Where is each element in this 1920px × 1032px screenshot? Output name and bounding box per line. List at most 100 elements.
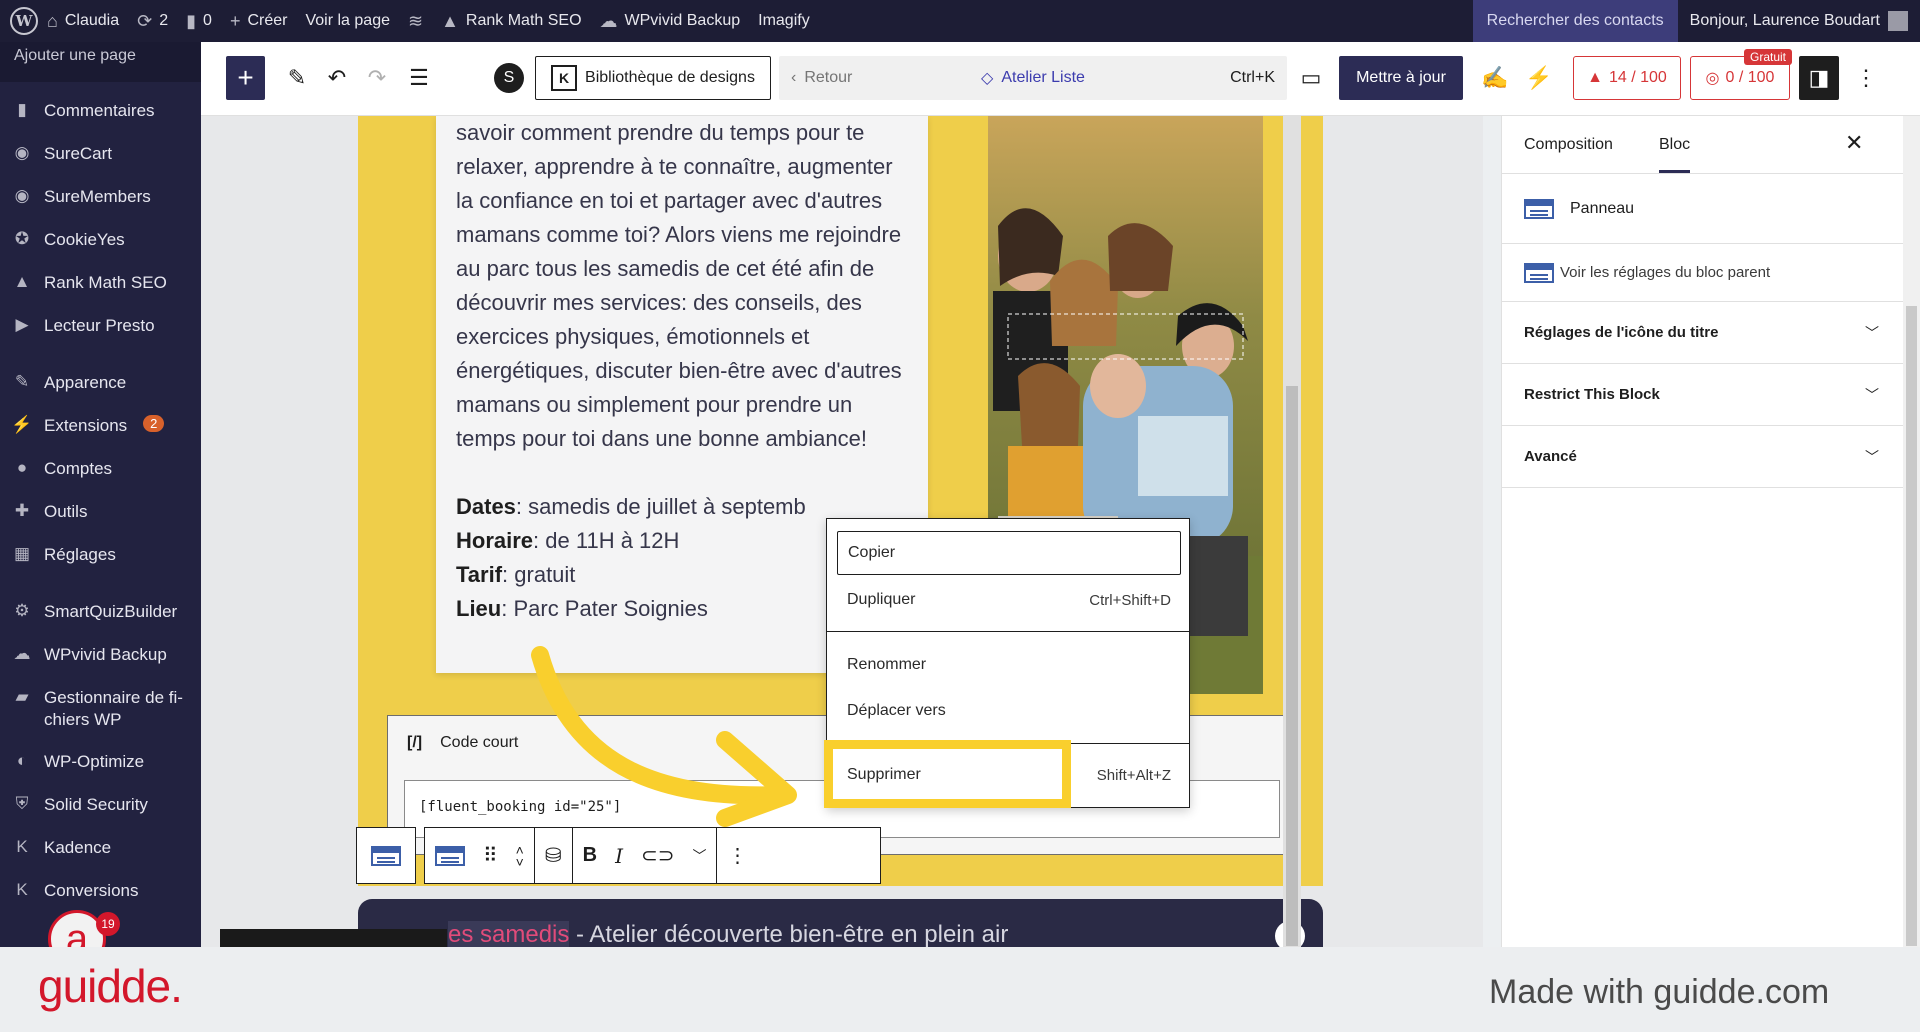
redo-button[interactable]: ↷ — [359, 56, 395, 100]
sidebar-item[interactable]: ▲ Rank Math SEO — [0, 262, 201, 305]
performance-button[interactable]: ⚡ — [1521, 56, 1557, 100]
settings-section-toggle[interactable]: Avancé ﹀ — [1502, 426, 1903, 488]
site-name-link[interactable]: ⌂ Claudia — [38, 0, 128, 42]
sidebar-item[interactable]: ▰ Gestionnaire de fi-chiers WP — [0, 677, 201, 741]
sidebar-item[interactable]: ⛨ Solid Security — [0, 784, 201, 827]
sidebar-subitem-add-page[interactable]: Ajouter une page — [0, 42, 201, 82]
chevron-down-icon[interactable]: ﹀ — [692, 846, 706, 866]
made-with-text[interactable]: Made with guidde.com — [1489, 973, 1829, 1012]
database-icon[interactable]: ⛁ — [545, 843, 562, 868]
sidebar-item[interactable]: K Kadence — [0, 827, 201, 870]
link-icon[interactable]: ⊂⊃ — [641, 843, 675, 868]
design-library-button[interactable]: K Bibliothèque de designs — [535, 56, 771, 100]
imagify-link[interactable]: Imagify — [749, 0, 819, 42]
select-parent-block-button[interactable] — [356, 827, 416, 884]
command-bar[interactable]: ‹ Retour ◇ Atelier Liste Ctrl+K — [779, 56, 1287, 100]
settings-icon: ▦ — [13, 544, 31, 563]
search-contacts-link[interactable]: Rechercher des contacts — [1472, 0, 1678, 42]
settings-sidebar-toggle[interactable]: ◨ — [1799, 56, 1839, 100]
sidebar-item[interactable]: ▮ Commentaires — [0, 90, 201, 133]
sidebar-item-label: WP-Optimize — [44, 752, 145, 772]
sidebar-item[interactable]: ● Comptes — [0, 448, 201, 491]
drag-handle-icon[interactable]: ⠿ — [483, 843, 498, 868]
sidebar-item[interactable]: ☁ WPvivid Backup — [0, 634, 201, 677]
add-block-button[interactable]: + — [226, 56, 265, 100]
panel-block-icon[interactable] — [435, 845, 465, 866]
plugin-icon: ⚡ — [11, 415, 33, 434]
target-icon: ◎ — [1705, 70, 1720, 87]
menu-item-move-to[interactable]: Déplacer vers — [837, 689, 1181, 733]
bold-icon[interactable]: B — [583, 844, 597, 867]
parent-block-settings-link[interactable]: Voir les réglages du bloc parent — [1502, 244, 1903, 302]
menu-item-rename[interactable]: Renommer — [837, 643, 1181, 687]
settings-scroll-thumb[interactable] — [1906, 306, 1917, 946]
sidebar-icon: ◨ — [1808, 65, 1830, 90]
stackable-icon: S — [494, 63, 524, 93]
update-count-badge: 2 — [143, 415, 165, 432]
sidebar-item[interactable]: ◉ SureCart — [0, 133, 201, 176]
settings-scrollbar[interactable] — [1903, 116, 1920, 947]
wpvivid-link[interactable]: ☁ WPvivid Backup — [591, 0, 750, 42]
menu-item-duplicate[interactable]: Dupliquer Ctrl+Shift+D — [837, 578, 1181, 622]
close-icon[interactable]: ✕ — [1845, 130, 1863, 156]
optimize-icon: ◐ — [16, 751, 28, 771]
sidebar-separator — [0, 577, 201, 591]
sidebar-item-label: WPvivid Backup — [44, 645, 167, 664]
account-menu[interactable]: Bonjour, Laurence Boudart — [1678, 11, 1920, 31]
stack-link[interactable]: ≋ — [399, 0, 432, 42]
sidebar-item[interactable]: ⚙ SmartQuizBuilder — [0, 591, 201, 634]
tab-composition[interactable]: Composition — [1524, 136, 1613, 154]
new-content-link[interactable]: + Créer — [221, 0, 297, 42]
sidebar-item[interactable]: ◐ WP-Optimize — [0, 741, 201, 784]
preview-button[interactable]: ▭ — [1293, 56, 1329, 100]
sidebar-item[interactable]: ✚ Outils — [0, 491, 201, 534]
sidebar-item[interactable]: ⚡ Extensions 2 — [0, 405, 201, 448]
move-up-down-icon[interactable]: ˄ ˅ — [516, 843, 524, 869]
sidebar-item[interactable]: ▶ Lecteur Presto — [0, 305, 201, 348]
avatar-icon — [1888, 11, 1908, 31]
rankmath-link[interactable]: ▲ Rank Math SEO — [432, 0, 590, 42]
document-title: ◇ Atelier Liste — [981, 69, 1085, 87]
desktop-icon: ▭ — [1300, 65, 1322, 90]
seo-score-button[interactable]: ▲ 14 / 100 — [1573, 56, 1681, 100]
more-vertical-icon[interactable]: ⋮ — [727, 843, 747, 868]
description-paragraph[interactable]: savoir comment prendre du temps pour te … — [456, 116, 908, 456]
view-page-link[interactable]: Voir la page — [296, 0, 399, 42]
pointer-arrow-icon — [531, 646, 797, 827]
settings-section-label: Avancé — [1524, 448, 1577, 465]
guidde-logo[interactable]: guidde. — [38, 959, 183, 1013]
sidebar-item[interactable]: ◉ SureMembers — [0, 176, 201, 219]
sidebar-item[interactable]: ✪ CookieYes — [0, 219, 201, 262]
cookieyes-icon: ✪ — [14, 229, 30, 248]
update-button[interactable]: Mettre à jour — [1339, 56, 1463, 100]
sidebar-separator — [0, 348, 201, 362]
tab-block[interactable]: Bloc — [1659, 136, 1691, 173]
shortcode-header: [/] Code court — [407, 734, 519, 751]
undo-button[interactable]: ↶ — [319, 56, 355, 100]
canvas-scroll-thumb[interactable] — [1286, 386, 1298, 946]
comments-link[interactable]: ▮ 0 — [177, 0, 221, 42]
settings-section-toggle[interactable]: Restrict This Block ﹀ — [1502, 364, 1903, 426]
sidebar-item[interactable]: ▦ Réglages — [0, 534, 201, 577]
canvas-scrollbar[interactable] — [1283, 116, 1301, 947]
stackable-button[interactable]: S — [491, 56, 527, 100]
sidebar-item-label: CookieYes — [44, 230, 125, 249]
list-view-button[interactable]: ☰ — [401, 56, 437, 100]
refresh-icon: ⟳ — [137, 10, 153, 31]
italic-icon[interactable]: I — [615, 844, 623, 868]
wordpress-logo-icon[interactable]: W — [10, 7, 38, 35]
edit-tool-button[interactable]: ✎ — [279, 56, 315, 100]
sidebar-item-label: Comptes — [44, 459, 113, 478]
back-link[interactable]: ‹ Retour — [791, 69, 852, 87]
updates-link[interactable]: ⟳ 2 — [128, 0, 177, 42]
options-button[interactable]: ⋮ — [1851, 56, 1881, 100]
menu-item-copy[interactable]: Copier — [837, 531, 1181, 575]
free-badge: Gratuit — [1744, 49, 1793, 65]
sidebar-item[interactable]: K Conversions — [0, 870, 201, 913]
settings-section-toggle[interactable]: Réglages de l'icône du titre ﹀ — [1502, 302, 1903, 364]
surecart-icon: ◉ — [14, 143, 30, 162]
sidebar-item[interactable]: ✎ Apparence — [0, 362, 201, 405]
notes-button[interactable]: ✍ — [1477, 56, 1513, 100]
next-event-header[interactable]: es samedis - Atelier découverte bien-êtr… — [358, 899, 1323, 947]
bolt-icon: ⚡ — [1525, 65, 1553, 90]
